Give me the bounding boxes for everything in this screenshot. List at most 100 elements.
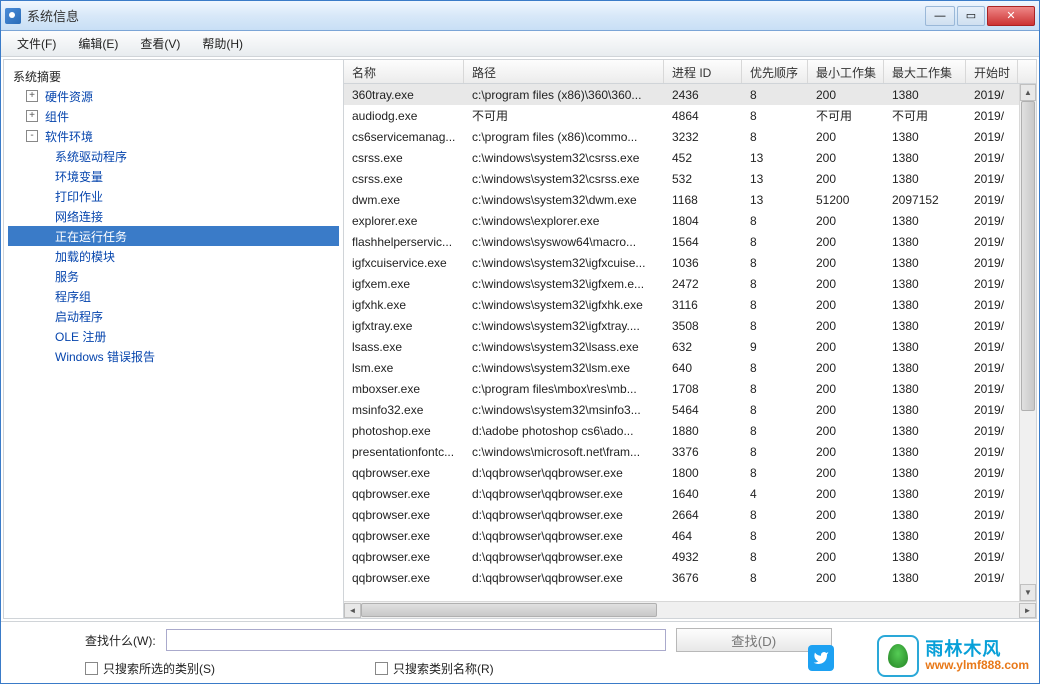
table-cell: 2019/ — [966, 359, 1018, 377]
search-input[interactable] — [166, 629, 666, 651]
hscroll-thumb[interactable] — [361, 603, 657, 617]
table-row[interactable]: qqbrowser.exed:\qqbrowser\qqbrowser.exe3… — [344, 567, 1036, 588]
table-cell: c:\windows\system32\igfxtray.... — [464, 317, 664, 335]
column-header[interactable]: 最小工作集 — [808, 60, 884, 83]
table-row[interactable]: igfxem.exec:\windows\system32\igfxem.e..… — [344, 273, 1036, 294]
table-row[interactable]: igfxtray.exec:\windows\system32\igfxtray… — [344, 315, 1036, 336]
scroll-left-button[interactable]: ◄ — [344, 603, 361, 618]
scroll-right-button[interactable]: ► — [1019, 603, 1036, 618]
column-header[interactable]: 开始时 — [966, 60, 1018, 83]
column-header[interactable]: 最大工作集 — [884, 60, 966, 83]
table-cell: 2019/ — [966, 254, 1018, 272]
table-row[interactable]: qqbrowser.exed:\qqbrowser\qqbrowser.exe2… — [344, 504, 1036, 525]
menu-help[interactable]: 帮助(H) — [192, 32, 253, 55]
table-cell: 8 — [742, 107, 808, 125]
table-cell: 2019/ — [966, 149, 1018, 167]
table-row[interactable]: flashhelperservic...c:\windows\syswow64\… — [344, 231, 1036, 252]
table-body[interactable]: 360tray.exec:\program files (x86)\360\36… — [344, 84, 1036, 601]
table-row[interactable]: igfxhk.exec:\windows\system32\igfxhk.exe… — [344, 294, 1036, 315]
brand-logo[interactable]: 雨林木风 www.ylmf888.com — [877, 635, 1029, 677]
table-cell: d:\adobe photoshop cs6\ado... — [464, 422, 664, 440]
table-cell: 200 — [808, 359, 884, 377]
scroll-down-button[interactable]: ▼ — [1020, 584, 1036, 601]
column-header[interactable]: 优先顺序 — [742, 60, 808, 83]
tree-node[interactable]: +硬件资源 — [8, 86, 339, 106]
table-row[interactable]: csrss.exec:\windows\system32\csrss.exe53… — [344, 168, 1036, 189]
table-row[interactable]: msinfo32.exec:\windows\system32\msinfo3.… — [344, 399, 1036, 420]
table-cell: 1640 — [664, 485, 742, 503]
column-header[interactable]: 进程 ID — [664, 60, 742, 83]
tree-leaf[interactable]: 服务 — [8, 266, 339, 286]
minimize-button[interactable]: — — [925, 6, 955, 26]
tree-root[interactable]: 系统摘要 — [8, 66, 339, 86]
table-row[interactable]: lsass.exec:\windows\system32\lsass.exe63… — [344, 336, 1036, 357]
table-cell: d:\qqbrowser\qqbrowser.exe — [464, 527, 664, 545]
table-row[interactable]: lsm.exec:\windows\system32\lsm.exe640820… — [344, 357, 1036, 378]
table-cell: 2019/ — [966, 527, 1018, 545]
table-cell: 8 — [742, 506, 808, 524]
menu-file[interactable]: 文件(F) — [7, 32, 66, 55]
horizontal-scrollbar[interactable]: ◄ ► — [344, 601, 1036, 618]
table-cell: 8 — [742, 443, 808, 461]
table-cell: qqbrowser.exe — [344, 506, 464, 524]
tree-toggle-icon[interactable]: + — [26, 90, 38, 102]
table-cell: 464 — [664, 527, 742, 545]
tree-leaf[interactable]: 打印作业 — [8, 186, 339, 206]
table-row[interactable]: cs6servicemanag...c:\program files (x86)… — [344, 126, 1036, 147]
tree-panel[interactable]: 系统摘要 +硬件资源+组件-软件环境系统驱动程序环境变量打印作业网络连接正在运行… — [4, 60, 344, 618]
titlebar[interactable]: 系统信息 — ▭ ✕ — [1, 1, 1039, 31]
table-cell: 1380 — [884, 485, 966, 503]
tree-leaf[interactable]: 系统驱动程序 — [8, 146, 339, 166]
table-row[interactable]: csrss.exec:\windows\system32\csrss.exe45… — [344, 147, 1036, 168]
table-row[interactable]: audiodg.exe不可用48648不可用不可用2019/ — [344, 105, 1036, 126]
table-cell: 2019/ — [966, 191, 1018, 209]
table-cell: d:\qqbrowser\qqbrowser.exe — [464, 569, 664, 587]
table-row[interactable]: igfxcuiservice.exec:\windows\system32\ig… — [344, 252, 1036, 273]
tree-leaf[interactable]: 启动程序 — [8, 306, 339, 326]
tree-node[interactable]: +组件 — [8, 106, 339, 126]
column-header[interactable]: 名称 — [344, 60, 464, 83]
only-category-name-checkbox[interactable]: 只搜索类别名称(R) — [375, 660, 494, 677]
table-cell: 13 — [742, 149, 808, 167]
column-header[interactable]: 路径 — [464, 60, 664, 83]
table-row[interactable]: mboxser.exec:\program files\mbox\res\mb.… — [344, 378, 1036, 399]
table-row[interactable]: presentationfontc...c:\windows\microsoft… — [344, 441, 1036, 462]
only-selected-category-checkbox[interactable]: 只搜索所选的类别(S) — [85, 660, 215, 677]
vscroll-thumb[interactable] — [1021, 101, 1035, 411]
table-cell: mboxser.exe — [344, 380, 464, 398]
menu-view[interactable]: 查看(V) — [130, 32, 190, 55]
table-cell: dwm.exe — [344, 191, 464, 209]
vertical-scrollbar[interactable]: ▲ ▼ — [1019, 84, 1036, 601]
tree-leaf[interactable]: 环境变量 — [8, 166, 339, 186]
table-cell: qqbrowser.exe — [344, 485, 464, 503]
table-cell: 8 — [742, 569, 808, 587]
menu-edit[interactable]: 编辑(E) — [68, 32, 128, 55]
table-row[interactable]: photoshop.exed:\adobe photoshop cs6\ado.… — [344, 420, 1036, 441]
tree-leaf[interactable]: Windows 错误报告 — [8, 346, 339, 366]
twitter-icon[interactable] — [808, 645, 834, 671]
table-row[interactable]: dwm.exec:\windows\system32\dwm.exe116813… — [344, 189, 1036, 210]
tree-toggle-icon[interactable]: - — [26, 130, 38, 142]
tree-leaf[interactable]: 加载的模块 — [8, 246, 339, 266]
tree-node[interactable]: -软件环境 — [8, 126, 339, 146]
tree-leaf[interactable]: 程序组 — [8, 286, 339, 306]
table-row[interactable]: qqbrowser.exed:\qqbrowser\qqbrowser.exe4… — [344, 546, 1036, 567]
tree-toggle-icon[interactable]: + — [26, 110, 38, 122]
table-row[interactable]: qqbrowser.exed:\qqbrowser\qqbrowser.exe1… — [344, 462, 1036, 483]
table-cell: c:\program files\mbox\res\mb... — [464, 380, 664, 398]
tree-leaf[interactable]: 网络连接 — [8, 206, 339, 226]
close-button[interactable]: ✕ — [987, 6, 1035, 26]
tree-leaf[interactable]: 正在运行任务 — [8, 226, 339, 246]
maximize-button[interactable]: ▭ — [957, 6, 985, 26]
table-cell: 200 — [808, 485, 884, 503]
table-row[interactable]: 360tray.exec:\program files (x86)\360\36… — [344, 84, 1036, 105]
tree-leaf[interactable]: OLE 注册 — [8, 326, 339, 346]
table-row[interactable]: qqbrowser.exed:\qqbrowser\qqbrowser.exe4… — [344, 525, 1036, 546]
table-row[interactable]: qqbrowser.exed:\qqbrowser\qqbrowser.exe1… — [344, 483, 1036, 504]
table-cell: 8 — [742, 317, 808, 335]
table-cell: 1168 — [664, 191, 742, 209]
table-cell: 1380 — [884, 443, 966, 461]
scroll-up-button[interactable]: ▲ — [1020, 84, 1036, 101]
table-row[interactable]: explorer.exec:\windows\explorer.exe18048… — [344, 210, 1036, 231]
table-cell: 200 — [808, 464, 884, 482]
